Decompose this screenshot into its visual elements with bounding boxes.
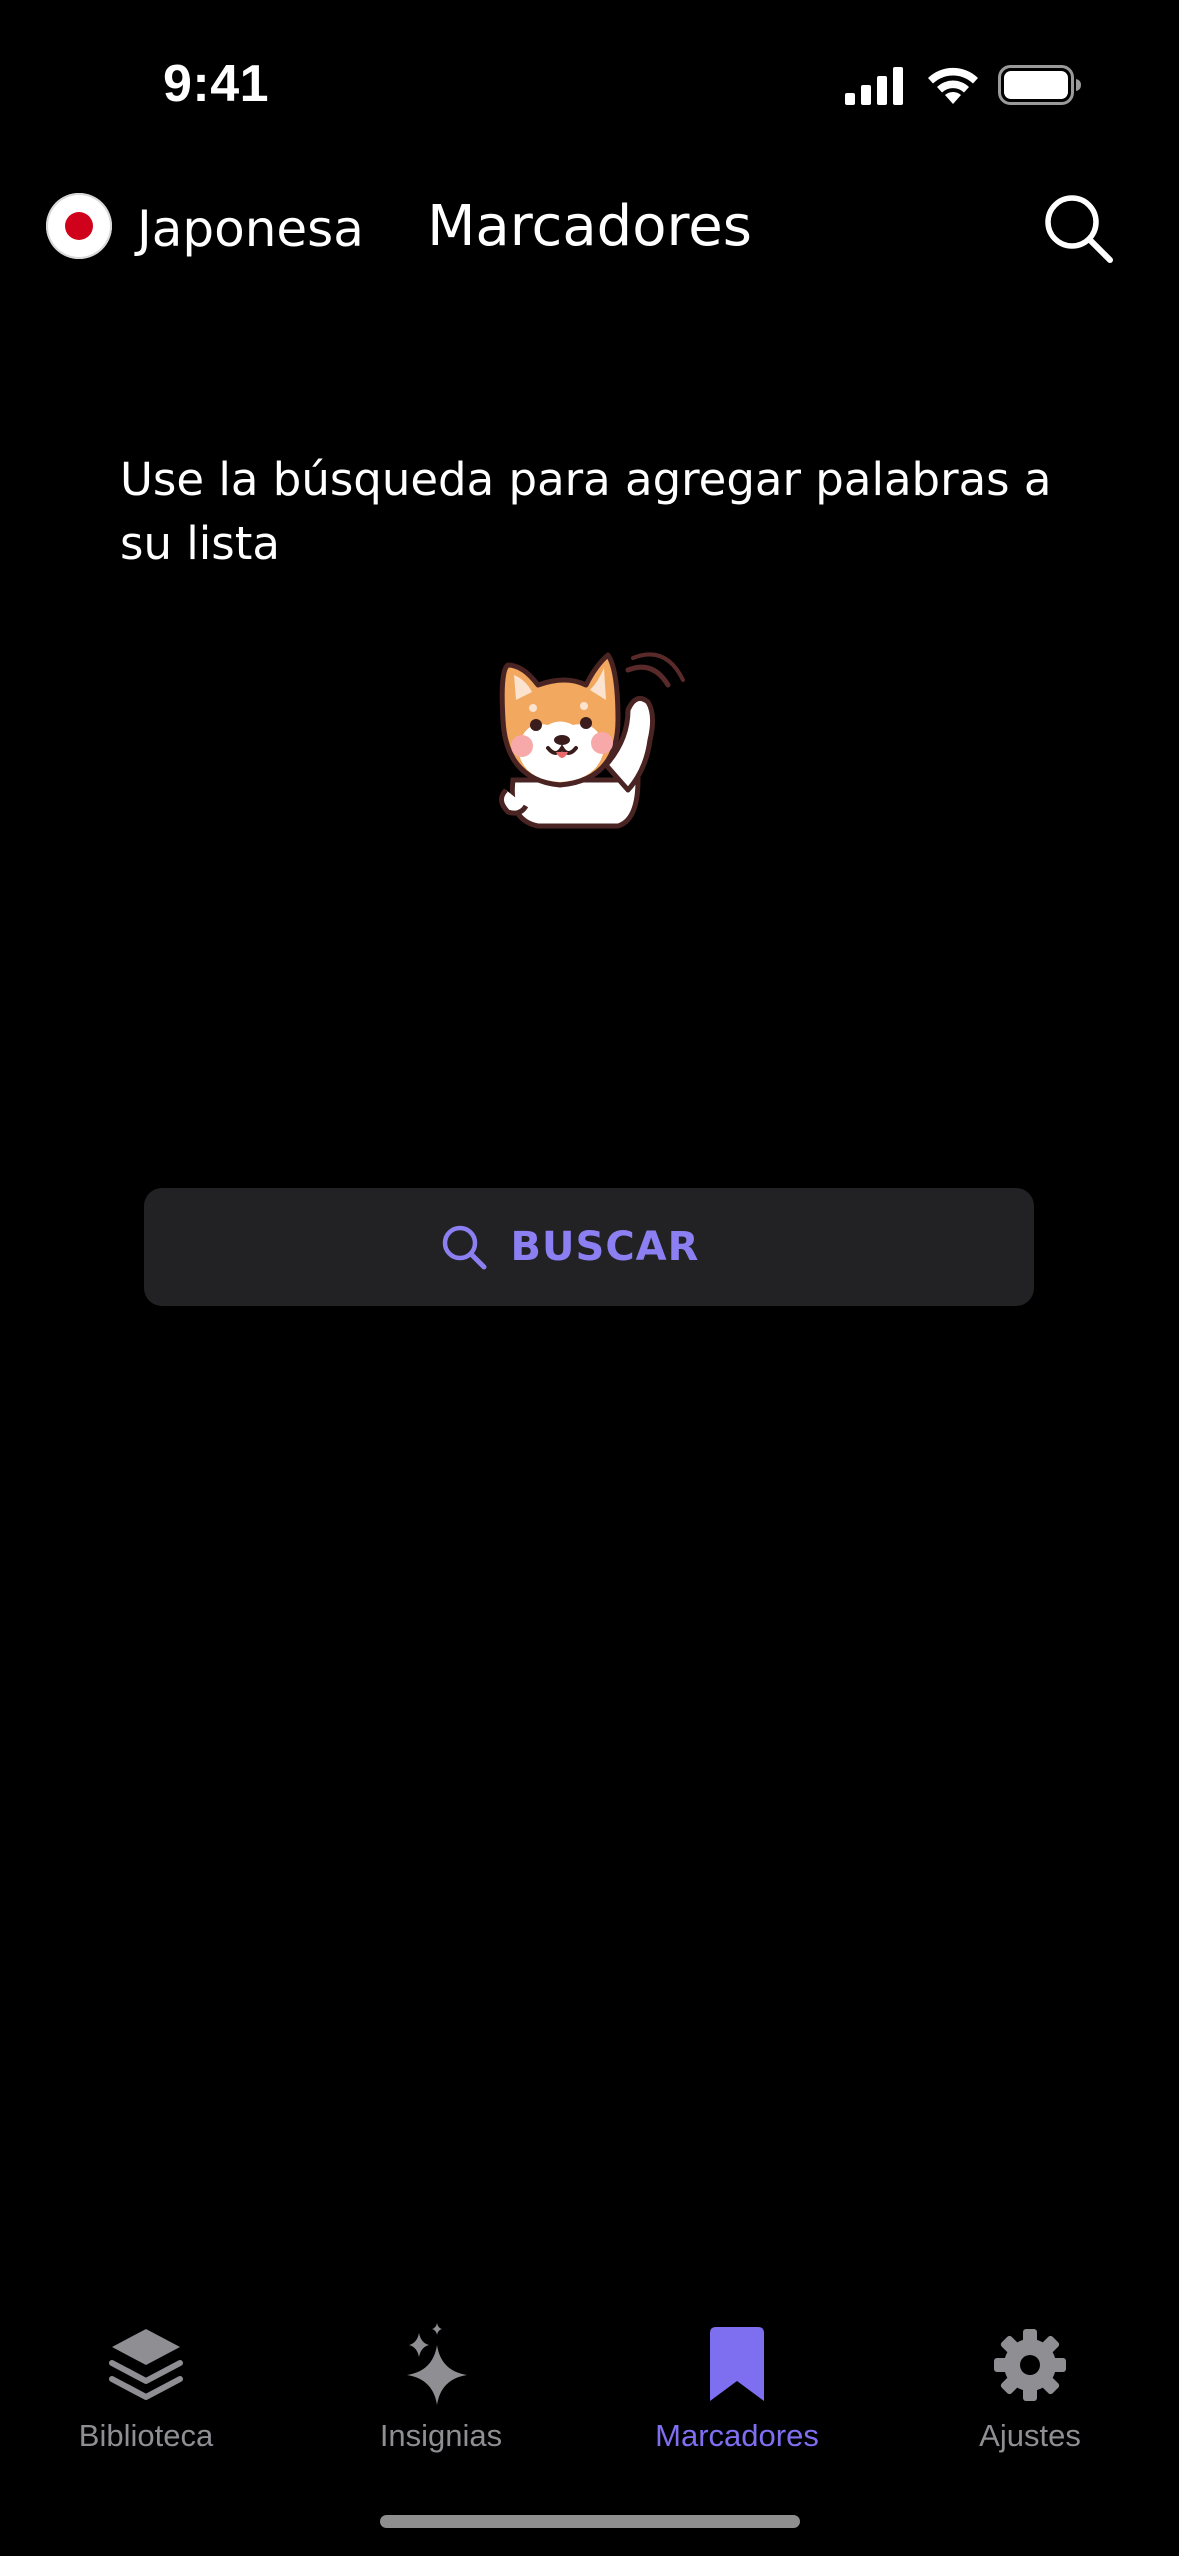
tab-biblioteca[interactable]: Biblioteca <box>36 2300 256 2460</box>
search-button[interactable]: BUSCAR <box>144 1188 1034 1306</box>
home-indicator[interactable] <box>380 2515 800 2528</box>
tab-label: Marcadores <box>655 2418 819 2453</box>
tab-label: Biblioteca <box>78 2418 214 2453</box>
gear-icon <box>994 2329 1066 2401</box>
search-icon <box>442 1225 487 1270</box>
status-time: 9:41 <box>163 55 270 113</box>
layers-icon <box>109 2329 183 2400</box>
wifi-icon <box>928 67 978 104</box>
cellular-signal-icon <box>845 67 903 105</box>
tab-bar: Biblioteca Insignias Marcadores Ajustes <box>0 2300 1179 2470</box>
header: Japonesa Marcadores <box>0 170 1179 290</box>
search-button-label: BUSCAR <box>510 1224 700 1270</box>
battery-icon <box>998 65 1081 105</box>
status-bar: 9:41 <box>0 0 1179 170</box>
shiba-dog-waving-illustration <box>499 652 685 829</box>
japan-flag-icon[interactable] <box>46 193 112 259</box>
tab-label: Ajustes <box>979 2418 1081 2453</box>
tab-insignias[interactable]: Insignias <box>331 2300 551 2460</box>
bookmark-icon <box>710 2327 764 2401</box>
search-icon[interactable] <box>1040 190 1116 266</box>
tab-label: Insignias <box>379 2418 503 2453</box>
sparkles-icon <box>407 2323 467 2405</box>
tab-ajustes[interactable]: Ajustes <box>920 2300 1140 2460</box>
language-selector-label[interactable]: Japonesa <box>137 200 364 258</box>
tab-marcadores[interactable]: Marcadores <box>627 2300 847 2460</box>
empty-state-message: Use la búsqueda para agregar palabras a … <box>120 453 1052 570</box>
